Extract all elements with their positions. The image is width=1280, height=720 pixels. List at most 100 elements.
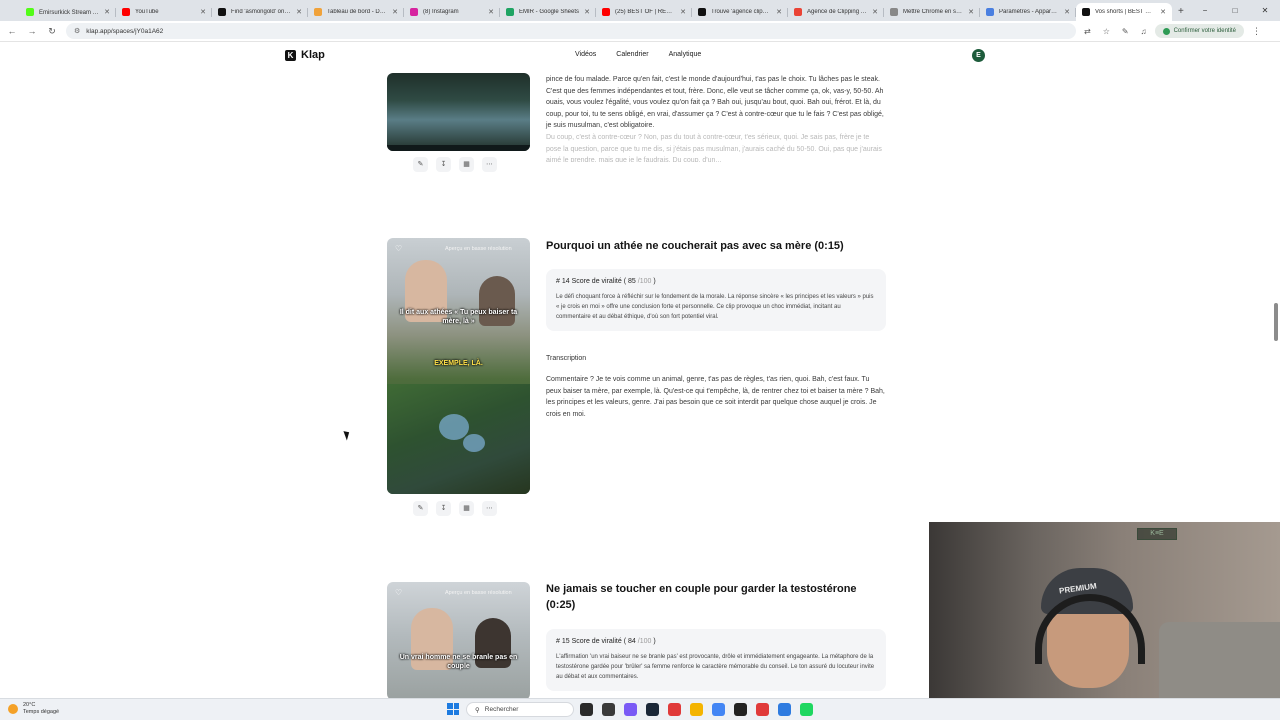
- tab-close-icon[interactable]: ✕: [200, 8, 206, 16]
- tab-label: Vos shorts | BEST O…: [1095, 9, 1156, 15]
- scrollbar-thumb[interactable]: [1274, 303, 1278, 341]
- tab-close-icon[interactable]: ✕: [680, 8, 686, 16]
- virality-score: # 15 Score de viralité ( 84 /100 ): [556, 638, 656, 645]
- browser-tab[interactable]: Find 'asmongold' on T… ✕: [212, 3, 308, 21]
- gameplay-footage: [387, 384, 530, 494]
- user-avatar[interactable]: E: [972, 49, 985, 62]
- maximize-button[interactable]: □: [1220, 0, 1250, 21]
- klap-logo-icon: K: [285, 49, 296, 61]
- transcript-heading: Transcription: [546, 355, 587, 362]
- taskbar-search[interactable]: ⚲ Rechercher: [466, 702, 574, 717]
- schedule-icon[interactable]: ▦: [459, 157, 474, 172]
- extensions-icon[interactable]: ✎: [1122, 27, 1129, 36]
- taskbar-app-icon[interactable]: [800, 703, 813, 716]
- forward-icon[interactable]: →: [26, 26, 38, 36]
- bookmark-star-icon[interactable]: ☆: [1103, 27, 1110, 36]
- taskbar-app-icon[interactable]: [690, 703, 703, 716]
- tab-close-icon[interactable]: ✕: [1064, 8, 1070, 16]
- tab-close-icon[interactable]: ✕: [1160, 8, 1166, 16]
- clip-thumbnail[interactable]: [387, 73, 530, 151]
- browser-tab[interactable]: YouTube ✕: [116, 3, 212, 21]
- browser-tab[interactable]: Trouve 'agence clippin… ✕: [692, 3, 788, 21]
- tab-close-icon[interactable]: ✕: [584, 8, 590, 16]
- tab-label: Tableau de bord - Dom…: [327, 9, 387, 15]
- back-icon[interactable]: ←: [6, 26, 18, 36]
- close-window-button[interactable]: ✕: [1250, 0, 1280, 21]
- tab-favicon-icon: [1082, 8, 1090, 16]
- profile-icon: [1162, 27, 1170, 35]
- taskbar-app-icon[interactable]: [668, 703, 681, 716]
- tab-close-icon[interactable]: ✕: [872, 8, 878, 16]
- favorite-icon[interactable]: ♡: [395, 588, 402, 597]
- browser-tab[interactable]: (25) BEST OF | REDIFF… ✕: [596, 3, 692, 21]
- taskbar-app-icon[interactable]: [712, 703, 725, 716]
- browser-tab[interactable]: Emirsurkick Stream - ☰ ✕: [20, 3, 116, 21]
- browser-tab[interactable]: Agence de Clipping Tik… ✕: [788, 3, 884, 21]
- sofa: [1159, 622, 1280, 698]
- clip-caption-highlight: EXEMPLE, LÀ.: [434, 360, 483, 367]
- tab-close-icon[interactable]: ✕: [104, 8, 110, 16]
- browser-tab[interactable]: Paramètres - Apparenc… ✕: [980, 3, 1076, 21]
- edit-icon[interactable]: ✎: [413, 501, 428, 516]
- browser-tab[interactable]: EMIR - Google Sheets ✕: [500, 3, 596, 21]
- clip-thumbnail[interactable]: ♡ Aperçu en basse résolution Il dit aux …: [387, 238, 530, 494]
- taskbar-app-icon[interactable]: [624, 703, 637, 716]
- favorite-icon[interactable]: ♡: [395, 244, 402, 253]
- confirm-identity-button[interactable]: Confirmer votre identité: [1154, 24, 1244, 38]
- confirm-identity-label: Confirmer votre identité: [1173, 28, 1236, 34]
- tab-strip: Emirsurkick Stream - ☰ ✕ YouTube ✕ Find 'asm…: [0, 0, 1280, 21]
- virality-description: Le défi choquant force à réfléchir sur l…: [556, 294, 874, 320]
- tab-close-icon[interactable]: ✕: [968, 8, 974, 16]
- virality-description: L'affirmation 'un vrai baiseur ne se bra…: [556, 654, 875, 680]
- taskbar-app-icon[interactable]: [580, 703, 593, 716]
- browser-tab[interactable]: Vos shorts | BEST O… ✕: [1076, 3, 1172, 21]
- nav-videos[interactable]: Vidéos: [575, 51, 596, 58]
- tab-close-icon[interactable]: ✕: [776, 8, 782, 16]
- klap-logo[interactable]: K Klap: [285, 49, 325, 61]
- webcam-logo: K≡E: [1137, 528, 1177, 540]
- schedule-icon[interactable]: ▦: [459, 501, 474, 516]
- tab-close-icon[interactable]: ✕: [296, 8, 302, 16]
- site-info-icon[interactable]: ⚙: [74, 27, 80, 35]
- weather-widget[interactable]: 20°C Temps dégagé: [8, 702, 59, 716]
- clip-thumbnail[interactable]: ♡ Aperçu en basse résolution Un vrai hom…: [387, 582, 530, 698]
- tab-favicon-icon: [794, 8, 802, 16]
- preview-label: Aperçu en basse résolution: [445, 590, 512, 596]
- weather-condition: Temps dégagé: [23, 709, 60, 715]
- taskbar-app-icon[interactable]: [646, 703, 659, 716]
- virality-score-card: # 15 Score de viralité ( 84 /100 ) L'aff…: [546, 629, 886, 691]
- minimize-button[interactable]: −: [1190, 0, 1220, 21]
- nav-analytics[interactable]: Analytique: [669, 51, 702, 58]
- taskbar-app-icon[interactable]: [734, 703, 747, 716]
- download-icon[interactable]: ↧: [436, 501, 451, 516]
- media-controls-icon[interactable]: ♫: [1141, 27, 1147, 36]
- clip-title: Ne jamais se toucher en couple pour gard…: [546, 583, 857, 611]
- tab-close-icon[interactable]: ✕: [488, 8, 494, 16]
- logo-text: Klap: [301, 49, 325, 61]
- menu-icon[interactable]: ⋮: [1252, 26, 1261, 37]
- windows-taskbar: 20°C Temps dégagé ⚲ Rechercher: [0, 698, 1280, 720]
- windows-start-icon[interactable]: [447, 703, 459, 715]
- taskbar-app-icon[interactable]: [602, 703, 615, 716]
- new-tab-button[interactable]: +: [1172, 3, 1190, 21]
- browser-tab[interactable]: (8) Instagram ✕: [404, 3, 500, 21]
- tab-close-icon[interactable]: ✕: [392, 8, 398, 16]
- app-nav: Vidéos Calendrier Analytique: [575, 51, 701, 58]
- taskbar-app-icon[interactable]: [778, 703, 791, 716]
- translate-icon[interactable]: ⇄: [1084, 27, 1091, 36]
- address-bar[interactable]: ⚙ klap.app/spaces/jY0a1A62: [66, 23, 1076, 39]
- more-icon[interactable]: ⋯: [482, 501, 497, 516]
- reload-icon[interactable]: ↻: [46, 26, 58, 37]
- edit-icon[interactable]: ✎: [413, 157, 428, 172]
- clip-transcript-faded: Du coup, c'est à contre-cœur ? Non, pas …: [546, 134, 882, 162]
- download-icon[interactable]: ↧: [436, 157, 451, 172]
- tab-label: (8) Instagram: [423, 9, 459, 15]
- browser-tab[interactable]: Tableau de bord - Dom… ✕: [308, 3, 404, 21]
- more-icon[interactable]: ⋯: [482, 157, 497, 172]
- preview-label: Aperçu en basse résolution: [445, 246, 512, 252]
- game-hud: [387, 145, 530, 151]
- webcam-overlay: PREMIUM K≡E: [929, 522, 1280, 698]
- taskbar-app-icon[interactable]: [756, 703, 769, 716]
- nav-calendar[interactable]: Calendrier: [616, 51, 648, 58]
- browser-tab[interactable]: Mettre Chrome en sou… ✕: [884, 3, 980, 21]
